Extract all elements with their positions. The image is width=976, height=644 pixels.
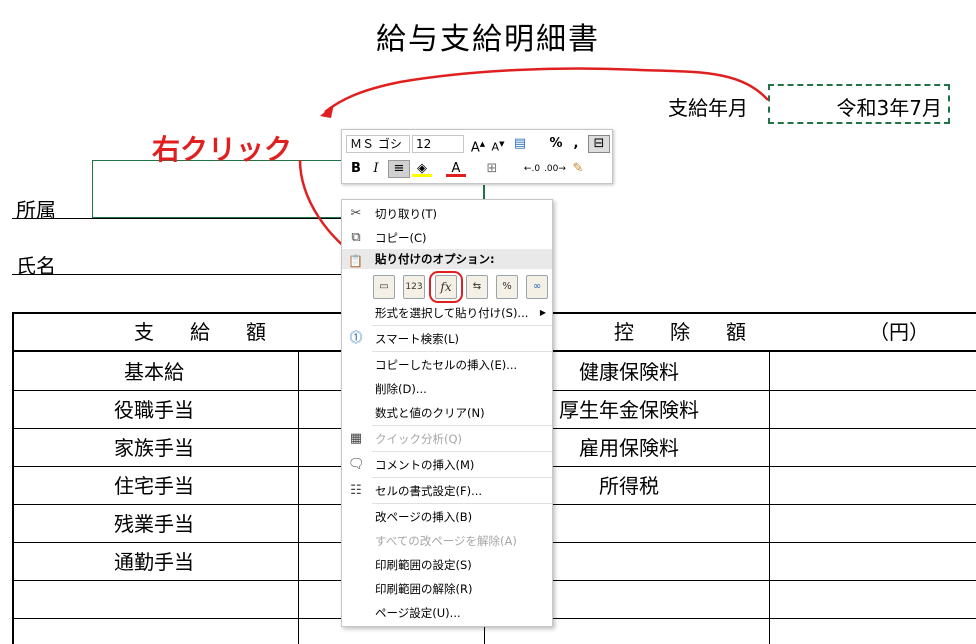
menu-separator: [372, 325, 552, 326]
menu-item-smart-lookup[interactable]: ⓵ スマート検索(L): [342, 327, 552, 351]
fill-color-icon[interactable]: ◈: [412, 160, 432, 177]
paste-transpose-icon[interactable]: ⇆: [466, 275, 488, 299]
menu-item-label: 数式と値のクリア(N): [375, 406, 485, 420]
menu-item-clear-print-area[interactable]: 印刷範囲の解除(R): [342, 577, 552, 601]
comma-icon[interactable]: ,: [566, 135, 586, 153]
font-grow-icon[interactable]: A▲: [468, 135, 488, 157]
merge-cells-icon[interactable]: ⊟: [588, 135, 610, 153]
menu-item-label: 印刷範囲の設定(S): [375, 558, 472, 572]
menu-item-insert-comment[interactable]: 🗨 コメントの挿入(M): [342, 453, 552, 477]
menu-item-label: スマート検索(L): [375, 332, 460, 346]
mini-toolbar: ＭＳ ゴシ 12 A▲ A▼ ▤ % , ⊟ B I ≡ ◈ A ⊞ ←.0 .…: [341, 129, 613, 184]
format-cells-icon: ☷: [350, 483, 362, 498]
increase-decimal-icon[interactable]: ←.0: [522, 160, 542, 178]
menu-separator: [372, 351, 552, 352]
context-menu: ✂ 切り取り(T) ⧉ コピー(C) 📋 貼り付けのオプション: ▭ 123 f…: [341, 199, 553, 627]
align-center-icon[interactable]: ≡: [388, 160, 410, 178]
format-painter-icon[interactable]: ✎: [568, 160, 588, 178]
font-shrink-icon[interactable]: A▼: [488, 135, 508, 157]
quick-analysis-icon: ▦: [349, 431, 363, 446]
paste-options-label: 貼り付けのオプション:: [375, 252, 495, 266]
paste-icon[interactable]: ▭: [373, 275, 395, 299]
menu-item-label: コピー(C): [375, 231, 427, 245]
menu-item-cut[interactable]: ✂ 切り取り(T): [342, 202, 552, 226]
right-click-annotation: 右クリック: [152, 133, 293, 166]
bold-icon[interactable]: B: [346, 160, 366, 178]
menu-item-paste-special[interactable]: 形式を選択して貼り付け(S)... ▶: [342, 301, 552, 325]
menu-separator: [372, 425, 552, 426]
menu-separator: [372, 503, 552, 504]
menu-item-label: コメントの挿入(M): [375, 458, 475, 472]
menu-item-quick-analysis: ▦ クイック分析(Q): [342, 427, 552, 451]
menu-item-label: 切り取り(T): [375, 207, 437, 221]
menu-item-format-cells[interactable]: ☷ セルの書式設定(F)...: [342, 479, 552, 503]
paste-options-header: 📋 貼り付けのオプション:: [342, 249, 552, 269]
borders-icon[interactable]: ⊞: [482, 160, 502, 178]
menu-separator: [372, 451, 552, 452]
paste-icon: 📋: [348, 254, 363, 268]
menu-item-copy[interactable]: ⧉ コピー(C): [342, 226, 552, 250]
menu-item-label: 形式を選択して貼り付け(S)...: [375, 306, 529, 320]
menu-item-label: 削除(D)...: [375, 382, 427, 396]
scissors-icon: ✂: [350, 206, 362, 221]
highlight-circle: [429, 271, 463, 303]
menu-item-label: 改ページの挿入(B): [375, 510, 473, 524]
font-color-icon[interactable]: A: [446, 160, 466, 177]
menu-item-label: セルの書式設定(F)...: [375, 484, 483, 498]
menu-item-page-setup[interactable]: ページ設定(U)...: [342, 601, 552, 625]
comment-icon: 🗨: [348, 457, 365, 472]
percent-icon[interactable]: %: [546, 135, 566, 153]
menu-item-set-print-area[interactable]: 印刷範囲の設定(S): [342, 553, 552, 577]
paste-link-icon[interactable]: ∞: [526, 275, 548, 299]
submenu-arrow-icon: ▶: [539, 308, 546, 317]
menu-item-label: コピーしたセルの挿入(E)...: [375, 358, 518, 372]
font-name-box[interactable]: ＭＳ ゴシ: [346, 135, 410, 153]
font-size-box[interactable]: 12: [412, 135, 464, 153]
menu-item-label: すべての改ページを解除(A): [375, 534, 517, 548]
menu-item-label: 印刷範囲の解除(R): [375, 582, 473, 596]
menu-item-insert-copied[interactable]: コピーしたセルの挿入(E)...: [342, 353, 552, 377]
menu-item-clear-contents[interactable]: 数式と値のクリア(N): [342, 401, 552, 425]
menu-item-label: ページ設定(U)...: [375, 606, 461, 620]
copy-icon: ⧉: [351, 230, 361, 245]
menu-item-label: クイック分析(Q): [375, 432, 463, 446]
paste-formatting-icon[interactable]: %: [496, 275, 518, 299]
menu-separator: [372, 477, 552, 478]
menu-item-insert-page-break[interactable]: 改ページの挿入(B): [342, 505, 552, 529]
number-format-icon[interactable]: ▤: [510, 135, 530, 153]
menu-item-reset-page-breaks: すべての改ページを解除(A): [342, 529, 552, 553]
decrease-decimal-icon[interactable]: .00→: [544, 160, 566, 178]
paste-values-icon[interactable]: 123: [403, 275, 425, 299]
italic-icon[interactable]: I: [366, 160, 386, 178]
menu-item-delete[interactable]: 削除(D)...: [342, 377, 552, 401]
smart-lookup-icon: ⓵: [349, 331, 363, 346]
